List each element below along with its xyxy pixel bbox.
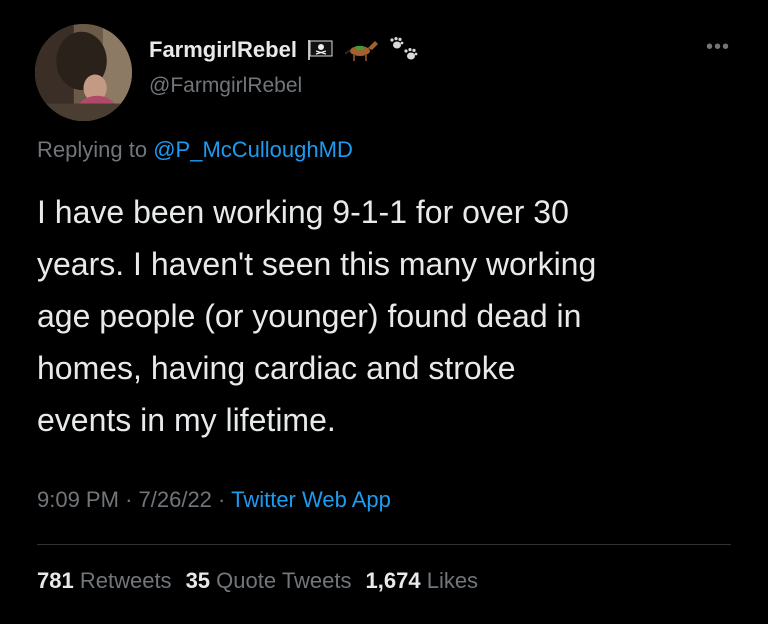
quote-tweets-label: Quote Tweets [216, 568, 352, 593]
meta-separator: · [218, 487, 226, 512]
tweet-source-link[interactable]: Twitter Web App [231, 487, 391, 512]
engagement-stats: 781 Retweets 35 Quote Tweets 1,674 Likes [37, 568, 478, 594]
likes-label: Likes [426, 568, 479, 593]
avatar[interactable] [35, 24, 132, 121]
tweet-text: I have been working 9-1-1 for over 30 ye… [37, 194, 597, 438]
tweet-date[interactable]: 7/26/22 [139, 487, 212, 512]
retweets-label: Retweets [79, 568, 172, 593]
retweets-stat[interactable]: 781 Retweets [37, 568, 172, 594]
likes-stat[interactable]: 1,674 Likes [366, 568, 479, 594]
tweet-meta: 9:09 PM · 7/26/22 · Twitter Web App [37, 487, 391, 513]
display-name-row[interactable]: FarmgirlRebel [149, 37, 421, 63]
display-name[interactable]: FarmgirlRebel [149, 37, 297, 63]
more-options-icon[interactable]: ••• [706, 36, 730, 59]
quote-tweets-stat[interactable]: 35 Quote Tweets [186, 568, 352, 594]
likes-count: 1,674 [365, 568, 421, 593]
user-handle[interactable]: @FarmgirlRebel [149, 74, 302, 98]
replying-to-label: Replying to [37, 137, 148, 162]
meta-separator: · [125, 487, 133, 512]
retweets-count: 781 [37, 568, 74, 593]
pirate-flag-icon [307, 39, 335, 61]
tweet-time[interactable]: 9:09 PM [37, 487, 119, 512]
horse-icon [344, 38, 379, 62]
quote-tweets-count: 35 [185, 568, 211, 593]
divider [37, 544, 731, 545]
paw-prints-icon [389, 37, 421, 63]
reply-mention-link[interactable]: @P_McCulloughMD [153, 137, 353, 162]
replying-to: Replying to @P_McCulloughMD [37, 137, 353, 163]
avatar-photo [35, 24, 132, 121]
